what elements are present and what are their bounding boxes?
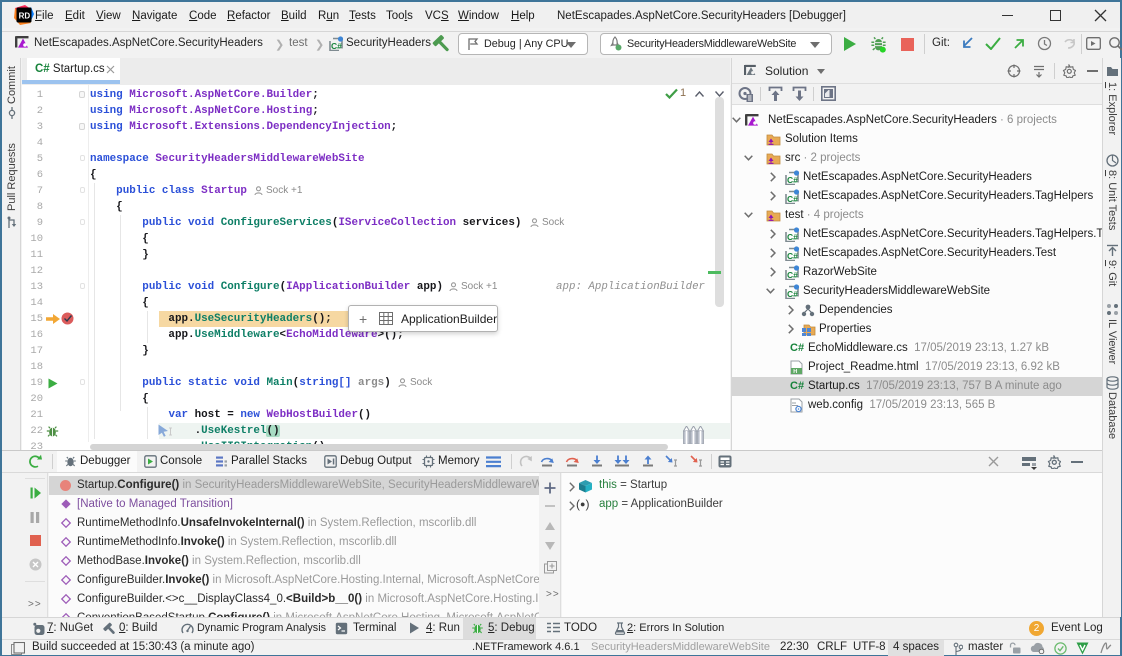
svg-text:C#: C# (787, 251, 798, 261)
svg-text:C#: C# (787, 232, 798, 242)
svg-text:C#: C# (787, 175, 798, 185)
svg-text:RD: RD (19, 12, 31, 21)
svg-text:C#: C# (787, 289, 798, 299)
svg-text:C#: C# (331, 41, 342, 51)
svg-text:C#: C# (787, 194, 798, 204)
svg-text:H: H (793, 369, 797, 375)
svg-text:C#: C# (787, 270, 798, 280)
